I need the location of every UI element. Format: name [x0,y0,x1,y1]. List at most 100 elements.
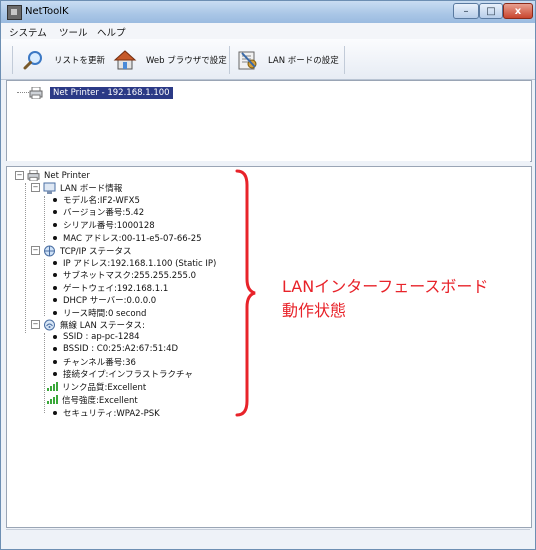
tree-item-label: DHCP サーバー:0.0.0.0 [63,295,157,306]
tree-item-label: IP アドレス:192.168.1.100 (Static IP) [63,258,217,269]
tree-item: リース時間:0 second [53,307,147,319]
house-icon [113,50,137,70]
tree-root[interactable]: − Net Printer [15,170,90,181]
lan-board-icon [43,182,56,194]
tree-item-label: サブネットマスク:255.255.255.0 [63,270,197,281]
close-button[interactable]: x [503,3,533,19]
tree-item: リンク品質:Excellent [47,381,147,393]
tree-connector [17,92,29,94]
tree-item-label: リース時間:0 second [63,308,147,319]
collapse-toggle[interactable]: − [15,171,24,180]
app-window: NetToolK – □ x システム ツール ヘルプ リストを更新 Web ブ… [0,0,536,550]
tree-item: MAC アドレス:00-11-e5-07-66-25 [53,232,202,244]
tree-item: 信号強度:Excellent [47,394,138,406]
tree-root-label: Net Printer [44,170,90,181]
tree-item: DHCP サーバー:0.0.0.0 [53,294,157,306]
tree-item-label: バージョン番号:5.42 [63,207,145,218]
magnifier-icon [23,51,42,70]
tree-item-label: SSID : ap-pc-1284 [63,331,140,342]
tree-group-tcpip[interactable]: − TCP/IP ステータス [31,245,132,257]
tree-item-label: リンク品質:Excellent [62,382,147,393]
collapse-toggle[interactable]: − [31,320,40,329]
refresh-list-button[interactable]: リストを更新 [23,47,105,73]
signal-bars-icon [47,382,58,391]
tree-item: 接続タイプ:インフラストラクチャ [53,368,193,380]
tree-group-lan-board[interactable]: − LAN ボード情報 [31,182,122,194]
toolbar-separator [344,46,345,74]
tree-item-label: モデル名:IF2-WFX5 [63,195,140,206]
lan-board-settings-button[interactable]: LAN ボードの設定 [237,47,339,73]
bullet [53,410,57,415]
annotation-brace [235,169,256,417]
bullet [53,260,57,265]
collapse-toggle[interactable]: − [31,246,40,255]
device-list-item-label: Net Printer - 192.168.1.100 [50,87,173,99]
tree-item: チャンネル番号:36 [53,356,136,368]
title-bar: NetToolK – □ x [1,1,535,23]
tree-item: バージョン番号:5.42 [53,206,145,218]
tree-item: シリアル番号:1000128 [53,219,155,231]
refresh-list-label: リストを更新 [54,56,106,66]
status-bar [6,529,530,546]
web-browser-settings-button[interactable]: Web ブラウザで設定 [113,47,227,73]
tree-group-label: TCP/IP ステータス [60,246,132,257]
menu-bar: システム ツール ヘルプ [1,23,535,40]
tree-item: ゲートウェイ:192.168.1.1 [53,282,169,294]
web-browser-settings-label: Web ブラウザで設定 [146,56,227,66]
annotation-line-2: 動作状態 [282,301,347,320]
tree-item-label: ゲートウェイ:192.168.1.1 [63,283,169,294]
menu-help[interactable]: ヘルプ [97,25,126,39]
device-list-pane: Net Printer - 192.168.1.100 [6,80,532,162]
tree-connector [44,196,45,242]
printer-icon [29,87,43,99]
menu-tools[interactable]: ツール [59,25,88,39]
signal-bars-icon [47,395,58,404]
lan-board-settings-icon [238,51,257,70]
tree-item: モデル名:IF2-WFX5 [53,194,140,206]
bullet [53,222,57,227]
maximize-button[interactable]: □ [479,3,503,19]
toolbar-separator [229,46,230,74]
bullet [53,209,57,214]
annotation-text: LANインターフェースボード 動作状態 [282,275,488,323]
lan-board-settings-label: LAN ボードの設定 [268,56,339,66]
tree-item: サブネットマスク:255.255.255.0 [53,269,197,281]
bullet [53,346,57,351]
toolbar-separator [12,46,13,74]
tree-item: セキュリティ:WPA2-PSK [53,407,160,419]
minimize-button[interactable]: – [453,3,479,19]
wireless-icon [44,319,55,330]
tree-group-label: 無線 LAN ステータス: [60,320,145,331]
status-tree-pane: − Net Printer − LAN ボード情報 モデル名:IF2-WFX5 … [6,166,532,528]
bullet [53,310,57,315]
menu-system[interactable]: システム [9,25,47,39]
window-title: NetToolK [25,6,69,17]
tree-item: IP アドレス:192.168.1.100 (Static IP) [53,257,217,269]
tree-item-label: BSSID : C0:25:A2:67:51:4D [63,343,179,354]
tree-connector [44,333,45,413]
bullet [53,272,57,277]
toolbar: リストを更新 Web ブラウザで設定 LAN ボードの設定 [1,39,535,80]
bullet [53,334,57,339]
app-icon [7,5,22,20]
bullet [53,359,57,364]
bullet [53,235,57,240]
tree-item-label: チャンネル番号:36 [63,357,136,368]
bullet [53,371,57,376]
network-icon [44,245,55,256]
tree-item-label: セキュリティ:WPA2-PSK [63,408,160,419]
annotation-line-1: LANインターフェースボード [282,277,489,296]
status-tree: − Net Printer − LAN ボード情報 モデル名:IF2-WFX5 … [7,167,527,527]
printer-icon [27,170,40,181]
tree-group-wlan[interactable]: − 無線 LAN ステータス: [31,319,145,331]
tree-item: SSID : ap-pc-1284 [53,331,140,342]
bullet [53,285,57,290]
tree-connector [44,259,45,316]
device-list-item[interactable]: Net Printer - 192.168.1.100 [17,87,173,99]
collapse-toggle[interactable]: − [31,183,40,192]
bullet [53,297,57,302]
tree-item-label: 信号強度:Excellent [62,395,138,406]
tree-item: BSSID : C0:25:A2:67:51:4D [53,343,178,354]
bullet [53,197,57,202]
tree-item-label: 接続タイプ:インフラストラクチャ [63,369,193,380]
